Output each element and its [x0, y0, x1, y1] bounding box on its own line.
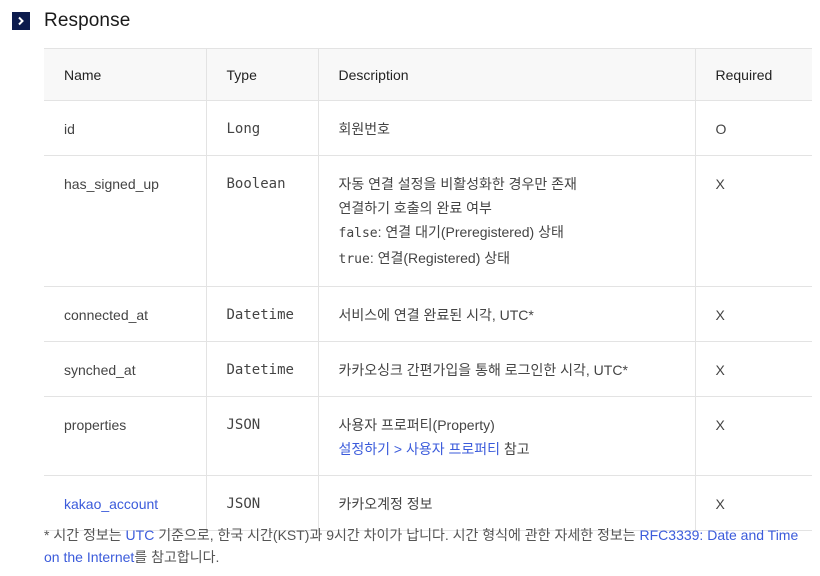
cell-type: Datetime: [205, 341, 318, 397]
table-row: synched_at Datetime 카카오싱크 간편가입을 통해 로그인한 …: [44, 341, 812, 397]
description-line: false: 연결 대기(Preregistered) 상태: [339, 220, 695, 246]
cell-description: 사용자 프로퍼티(Property) 설정하기 > 사용자 프로퍼티 참고: [317, 396, 695, 476]
description-line: 자동 연결 설정을 비활성화한 경우만 존재: [338, 176, 577, 192]
table-row: kakao_account JSON 카카오계정 정보 X: [44, 475, 812, 531]
cell-required: X: [694, 155, 812, 287]
inline-code: false: [338, 226, 378, 241]
footnote: * 시간 정보는 UTC 기준으로, 한국 시간(KST)과 9시간 차이가 납…: [44, 524, 816, 568]
cell-description: 카카오싱크 간편가입을 통해 로그인한 시각, UTC*: [317, 341, 695, 397]
cell-required: X: [694, 475, 812, 531]
chevron-right-icon: [12, 12, 30, 30]
section-title: Response: [44, 10, 131, 31]
cell-type: JSON: [205, 475, 318, 531]
cell-description: 회원번호: [317, 100, 695, 156]
cell-name: kakao_account: [44, 475, 206, 531]
cell-name: synched_at: [44, 341, 206, 397]
table-header-row: Name Type Description Required: [44, 48, 812, 101]
table-row: id Long 회원번호 O: [44, 100, 812, 156]
table-row: properties JSON 사용자 프로퍼티(Property) 설정하기 …: [44, 396, 812, 476]
header-required: Required: [694, 48, 812, 101]
kakao-account-link[interactable]: kakao_account: [64, 496, 158, 512]
header-name: Name: [44, 48, 206, 101]
cell-type: JSON: [205, 396, 318, 476]
utc-link[interactable]: UTC: [126, 527, 155, 543]
cell-required: X: [694, 396, 812, 476]
inline-code: true: [338, 252, 370, 267]
description-line: true: 연결(Registered) 상태: [339, 246, 695, 272]
cell-type: Boolean: [205, 155, 318, 287]
footnote-text: * 시간 정보는: [44, 527, 126, 543]
cell-description: 서비스에 연결 완료된 시각, UTC*: [317, 286, 695, 342]
header-type: Type: [205, 48, 318, 101]
description-text: : 연결 대기(Preregistered) 상태: [377, 224, 564, 240]
description-line: 설정하기 > 사용자 프로퍼티 참고: [339, 437, 695, 461]
description-text: 참고: [500, 441, 530, 457]
footnote-text: 기준으로, 한국 시간(KST)과 9시간 차이가 납니다. 시간 형식에 관한…: [154, 527, 640, 543]
cell-name: connected_at: [44, 286, 206, 342]
description-line: 연결하기 호출의 완료 여부: [338, 200, 492, 216]
cell-name: properties: [44, 396, 206, 476]
cell-required: X: [694, 341, 812, 397]
cell-name: has_signed_up: [44, 155, 206, 287]
section-header: Response: [12, 8, 130, 34]
header-description: Description: [317, 48, 695, 101]
response-table: Name Type Description Required id Long 회…: [44, 48, 812, 531]
table-row: connected_at Datetime 서비스에 연결 완료된 시각, UT…: [44, 286, 812, 342]
user-property-link[interactable]: 설정하기 > 사용자 프로퍼티: [339, 441, 501, 457]
cell-required: X: [694, 286, 812, 342]
cell-description: 카카오계정 정보: [317, 475, 695, 531]
table-row: has_signed_up Boolean 자동 연결 설정을 비활성화한 경우…: [44, 155, 812, 287]
cell-required: O: [694, 100, 812, 156]
cell-type: Datetime: [205, 286, 318, 342]
cell-name: id: [44, 100, 206, 156]
cell-description: 자동 연결 설정을 비활성화한 경우만 존재 연결하기 호출의 완료 여부 fa…: [317, 155, 695, 287]
cell-type: Long: [205, 100, 318, 156]
description-text: : 연결(Registered) 상태: [369, 250, 511, 266]
footnote-text: 를 참고합니다.: [134, 549, 220, 565]
description-line: 사용자 프로퍼티(Property): [338, 417, 495, 433]
